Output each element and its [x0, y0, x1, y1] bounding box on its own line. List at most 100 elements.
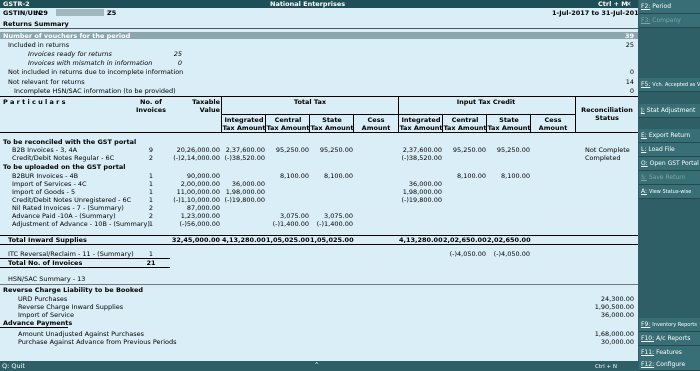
hsn-summary[interactable]: HSN/SAC Summary - 13 — [8, 275, 85, 283]
not-included-count: 0 — [629, 68, 634, 76]
row-tv: 2,00,000.00 — [180, 180, 220, 188]
rc-value: 1,90,500.00 — [594, 303, 634, 311]
action-label: View Status-wise — [649, 189, 692, 195]
action-button[interactable]: F3: Company — [639, 14, 700, 28]
rc-label[interactable]: Reverse Charge Inward Supplies — [18, 303, 123, 311]
report-name: GSTR-2 — [3, 0, 30, 8]
row-invoice-count: 2 — [148, 154, 154, 162]
col-itc-central: Central — [451, 116, 479, 124]
footer-bar: Q: Quit ⌃ Ctrl + N — [0, 361, 638, 371]
ready-label[interactable]: Invoices ready for returns — [28, 50, 112, 58]
period-range[interactable]: 1-Jul-2017 to 31-Jul-2017 — [552, 9, 643, 17]
action-button[interactable]: L: Load File — [639, 143, 700, 157]
button-bar: F2: Period F3: Company F5: Vch. Accepted as V… — [638, 0, 700, 371]
row-ce: 8,100.00 — [280, 172, 309, 180]
row-tv: (-)56,000.00 — [179, 220, 221, 228]
row-tv: 11,00,000.00 — [176, 188, 220, 196]
total-inward-st: 1,05,025.00 — [310, 236, 354, 244]
action-key: F5: — [641, 81, 651, 88]
total-inward-ce: 1,05,025.00 — [266, 236, 310, 244]
quit-label: Q: Quit — [2, 362, 25, 370]
action-button[interactable]: O: Open GST Portal — [639, 157, 700, 171]
total-inward-taxable: 32,45,000.00 — [171, 236, 220, 244]
col-tt-integrated: Integrated — [224, 116, 264, 124]
action-button[interactable]: A: View Status-wise — [639, 185, 700, 199]
col-itc-central-sub: Tax Amount — [443, 124, 487, 132]
row-iig: (-)19,800.00 — [401, 196, 443, 204]
unadj-label[interactable]: Amount Unadjusted Against Purchases — [18, 330, 144, 338]
row-invoice-count: 1 — [148, 172, 154, 180]
row-label: Credit/Debit Notes Regular - 6C — [12, 154, 115, 162]
total-inward-itc-ce: 2,02,650.00 — [443, 236, 487, 244]
action-button[interactable]: F5:Vch. Accepted as Valid — [639, 78, 700, 92]
row-st: 95,250.00 — [319, 146, 353, 154]
col-tt-state: State — [322, 116, 342, 124]
action-key: F9: — [641, 321, 651, 328]
gstin-suffix: Z5 — [107, 9, 117, 17]
row-st: 8,100.00 — [324, 172, 353, 180]
action-button[interactable]: S: Save Return — [639, 171, 700, 185]
row-tv: (-)1,10,000.00 — [173, 196, 220, 204]
action-label: Features — [656, 349, 682, 356]
col-itc-state-sub: Tax Amount — [487, 124, 531, 132]
row-label: Adjustment of Advance - 10B - (Summary) — [12, 220, 150, 228]
action-button[interactable]: F12: Configure — [639, 358, 700, 371]
col-itc-cess: Cess — [544, 116, 562, 124]
row-invoice-count: 9 — [148, 146, 154, 154]
action-button[interactable]: F2: Period — [639, 0, 700, 14]
chevron-up-icon[interactable]: ⌃ — [314, 361, 319, 369]
urd-label[interactable]: URD Purchases — [18, 295, 67, 303]
ios-value: 36,000.00 — [600, 311, 634, 319]
col-no-of: No. of — [140, 98, 162, 106]
action-button[interactable]: J: Stat Adjustment — [639, 104, 700, 118]
row-ist: 95,250.00 — [496, 146, 530, 154]
row-ce: 3,075.00 — [280, 212, 309, 220]
not-included-label[interactable]: Not included in returns due to incomplet… — [8, 68, 183, 76]
row-iig: 36,000.00 — [408, 180, 442, 188]
section-upload: To be uploaded on the GST portal — [3, 163, 126, 171]
col-tt-state-sub: Tax Amount — [310, 124, 354, 132]
itc-reversal-no: 1 — [148, 250, 154, 258]
col-tt-central-sub: Tax Amount — [266, 124, 310, 132]
action-label: Open GST Portal — [649, 160, 699, 167]
adv-value: 30,000.00 — [600, 338, 634, 346]
action-key: S: — [641, 174, 647, 181]
not-relevant-label[interactable]: Not relevant for returns — [8, 78, 85, 86]
gstin-mask — [56, 9, 104, 16]
adv-label[interactable]: Purchase Against Advance from Previous P… — [18, 338, 177, 346]
ios-label[interactable]: Import of Service — [18, 311, 74, 319]
included-label[interactable]: Included in returns — [8, 41, 69, 49]
action-key: A: — [641, 188, 648, 195]
col-tt-cess-sub: Amount — [361, 124, 391, 132]
action-button[interactable]: F10: A/c Reports — [639, 332, 700, 346]
col-value: Value — [199, 106, 220, 114]
hsn-incomplete-label[interactable]: Incomplete HSN/SAC information (to be pr… — [14, 87, 176, 95]
col-tt-central: Central — [274, 116, 302, 124]
col-recon: Reconciliation — [581, 106, 633, 114]
row-invoice-count: 2 — [148, 212, 154, 220]
total-inward-itc-ig: 4,13,280.00 — [399, 236, 443, 244]
row-iig: 2,37,600.00 — [402, 146, 442, 154]
row-label: Credit/Debit Notes Unregistered - 6C — [12, 196, 132, 204]
reverse-charge-title: Reverse Charge Liability to be Booked — [3, 286, 144, 294]
close-icon[interactable]: ✕ — [626, 0, 631, 8]
col-itc: Input Tax Credit — [456, 98, 516, 106]
row-invoice-count: 1 — [148, 196, 154, 204]
row-ice: 8,100.00 — [457, 172, 486, 180]
not-relevant-count: 14 — [625, 78, 634, 86]
action-button[interactable]: E: Export Return — [639, 129, 700, 143]
mismatch-label[interactable]: Invoices with mismatch in information — [28, 59, 152, 67]
action-label: Load File — [648, 146, 675, 153]
row-label: B2BUR Invoices - 4B — [12, 172, 79, 180]
col-taxable: Taxable — [192, 98, 220, 106]
action-label: Vch. Accepted as Valid — [652, 82, 700, 88]
action-key: J: — [641, 107, 645, 114]
row-tv: 20,26,000.00 — [176, 146, 220, 154]
total-inward-ig: 4,13,280.00 — [222, 236, 266, 244]
total-inward-label: Total Inward Supplies — [8, 236, 87, 244]
quit-button[interactable]: Q: Quit — [2, 362, 25, 370]
action-button[interactable]: F9: Inventory Reports — [639, 318, 700, 332]
row-ig: (-)19,800.00 — [224, 196, 266, 204]
row-tv: (-)2,14,000.00 — [173, 154, 220, 162]
row-ist: 8,100.00 — [501, 172, 530, 180]
